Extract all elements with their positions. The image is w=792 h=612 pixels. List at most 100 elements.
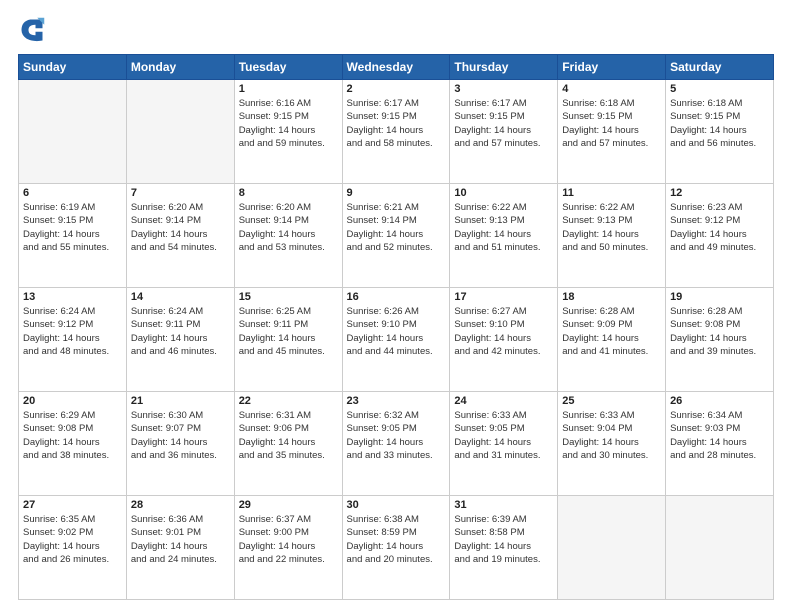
weekday-header: Thursday <box>450 55 558 80</box>
daylight-text-1: Daylight: 14 hours <box>454 436 553 449</box>
calendar-cell: 29Sunrise: 6:37 AMSunset: 9:00 PMDayligh… <box>234 496 342 600</box>
sunset-text: Sunset: 9:02 PM <box>23 526 122 539</box>
daylight-text-2: and and 33 minutes. <box>347 449 446 462</box>
daylight-text-1: Daylight: 14 hours <box>23 228 122 241</box>
sunset-text: Sunset: 9:06 PM <box>239 422 338 435</box>
sunset-text: Sunset: 9:05 PM <box>347 422 446 435</box>
day-number: 14 <box>131 291 230 303</box>
daylight-text-1: Daylight: 14 hours <box>23 540 122 553</box>
sunrise-text: Sunrise: 6:24 AM <box>23 305 122 318</box>
sunrise-text: Sunrise: 6:17 AM <box>347 97 446 110</box>
calendar-cell: 16 Sunrise: 6:26 AMSunset: 9:10 PMDayligh… <box>342 288 450 392</box>
daylight-text-2: and and 28 minutes. <box>670 449 769 462</box>
header <box>18 16 774 44</box>
calendar-cell: 6Sunrise: 6:19 AMSunset: 9:15 PMDaylight… <box>19 184 127 288</box>
calendar-week-row: 1Sunrise: 6:16 AMSunset: 9:15 PMDaylight… <box>19 80 774 184</box>
calendar-cell: 28Sunrise: 6:36 AMSunset: 9:01 PMDayligh… <box>126 496 234 600</box>
sunrise-text: Sunrise: 6:32 AM <box>347 409 446 422</box>
sunrise-text: Sunrise: 6:20 AM <box>239 201 338 214</box>
daylight-text-1: Daylight: 14 hours <box>239 540 338 553</box>
sunrise-text: Sunrise: 6:33 AM <box>454 409 553 422</box>
day-number: 10 <box>454 187 553 199</box>
daylight-text-1: Daylight: 14 hours <box>347 124 446 137</box>
sunset-text: Sunset: 9:10 PM <box>347 318 446 331</box>
sunset-text: Sunset: 9:15 PM <box>239 110 338 123</box>
weekday-header: Tuesday <box>234 55 342 80</box>
calendar-table: SundayMondayTuesdayWednesdayThursdayFrid… <box>18 54 774 600</box>
sunset-text: Sunset: 9:15 PM <box>347 110 446 123</box>
daylight-text-2: and and 51 minutes. <box>454 241 553 254</box>
sunrise-text: Sunrise: 6:34 AM <box>670 409 769 422</box>
sunrise-text: Sunrise: 6:29 AM <box>23 409 122 422</box>
sunrise-text: Sunrise: 6:17 AM <box>454 97 553 110</box>
day-number: 26 <box>670 395 769 407</box>
weekday-header: Friday <box>558 55 666 80</box>
weekday-header: Saturday <box>666 55 774 80</box>
daylight-text-1: Daylight: 14 hours <box>239 124 338 137</box>
calendar-cell: 22Sunrise: 6:31 AMSunset: 9:06 PMDayligh… <box>234 392 342 496</box>
sunset-text: Sunset: 9:01 PM <box>131 526 230 539</box>
sunset-text: Sunset: 9:14 PM <box>347 214 446 227</box>
day-number: 22 <box>239 395 338 407</box>
calendar-cell: 27Sunrise: 6:35 AMSunset: 9:02 PMDayligh… <box>19 496 127 600</box>
daylight-text-1: Daylight: 14 hours <box>670 436 769 449</box>
calendar-cell: 25Sunrise: 6:33 AMSunset: 9:04 PMDayligh… <box>558 392 666 496</box>
calendar-header-row: SundayMondayTuesdayWednesdayThursdayFrid… <box>19 55 774 80</box>
sunrise-text: Sunrise: 6:30 AM <box>131 409 230 422</box>
daylight-text-2: and and 31 minutes. <box>454 449 553 462</box>
sunset-text: Sunset: 9:12 PM <box>670 214 769 227</box>
daylight-text-2: and and 59 minutes. <box>239 137 338 150</box>
daylight-text-1: Daylight: 14 hours <box>239 436 338 449</box>
daylight-text-2: and and 56 minutes. <box>670 137 769 150</box>
sunrise-text: Sunrise: 6:20 AM <box>131 201 230 214</box>
day-number: 23 <box>347 395 446 407</box>
day-number: 21 <box>131 395 230 407</box>
calendar-cell: 13Sunrise: 6:24 AMSunset: 9:12 PMDayligh… <box>19 288 127 392</box>
daylight-text-2: and and 55 minutes. <box>23 241 122 254</box>
sunrise-text: Sunrise: 6:18 AM <box>562 97 661 110</box>
sunset-text: Sunset: 9:03 PM <box>670 422 769 435</box>
daylight-text-2: and and 49 minutes. <box>670 241 769 254</box>
daylight-text-2: and and 54 minutes. <box>131 241 230 254</box>
calendar-week-row: 20Sunrise: 6:29 AMSunset: 9:08 PMDayligh… <box>19 392 774 496</box>
sunset-text: Sunset: 9:13 PM <box>454 214 553 227</box>
sunrise-text: Sunrise: 6:26 AM <box>347 305 446 318</box>
page: SundayMondayTuesdayWednesdayThursdayFrid… <box>0 0 792 612</box>
sunrise-text: Sunrise: 6:18 AM <box>670 97 769 110</box>
day-number: 11 <box>562 187 661 199</box>
sunrise-text: Sunrise: 6:16 AM <box>239 97 338 110</box>
sunset-text: Sunset: 9:14 PM <box>239 214 338 227</box>
calendar-cell: 17Sunrise: 6:27 AMSunset: 9:10 PMDayligh… <box>450 288 558 392</box>
day-number: 3 <box>454 83 553 95</box>
daylight-text-1: Daylight: 14 hours <box>670 332 769 345</box>
sunset-text: Sunset: 9:15 PM <box>670 110 769 123</box>
daylight-text-2: and and 30 minutes. <box>562 449 661 462</box>
daylight-text-1: Daylight: 14 hours <box>131 332 230 345</box>
calendar-cell <box>126 80 234 184</box>
daylight-text-1: Daylight: 14 hours <box>454 228 553 241</box>
calendar-cell: 8Sunrise: 6:20 AMSunset: 9:14 PMDaylight… <box>234 184 342 288</box>
sunrise-text: Sunrise: 6:21 AM <box>347 201 446 214</box>
logo <box>18 16 50 44</box>
sunset-text: Sunset: 9:15 PM <box>562 110 661 123</box>
day-number: 15 <box>239 291 338 303</box>
daylight-text-2: and and 44 minutes. <box>347 345 446 358</box>
daylight-text-1: Daylight: 14 hours <box>562 124 661 137</box>
day-number: 9 <box>347 187 446 199</box>
daylight-text-1: Daylight: 14 hours <box>347 332 446 345</box>
sunrise-text: Sunrise: 6:33 AM <box>562 409 661 422</box>
daylight-text-2: and and 53 minutes. <box>239 241 338 254</box>
sunrise-text: Sunrise: 6:37 AM <box>239 513 338 526</box>
daylight-text-1: Daylight: 14 hours <box>239 332 338 345</box>
day-number: 16 <box>347 291 446 303</box>
sunset-text: Sunset: 8:59 PM <box>347 526 446 539</box>
daylight-text-2: and and 57 minutes. <box>454 137 553 150</box>
calendar-cell <box>558 496 666 600</box>
day-number: 20 <box>23 395 122 407</box>
daylight-text-1: Daylight: 14 hours <box>670 124 769 137</box>
day-number: 17 <box>454 291 553 303</box>
day-number: 30 <box>347 499 446 511</box>
sunrise-text: Sunrise: 6:27 AM <box>454 305 553 318</box>
weekday-header: Wednesday <box>342 55 450 80</box>
day-number: 12 <box>670 187 769 199</box>
